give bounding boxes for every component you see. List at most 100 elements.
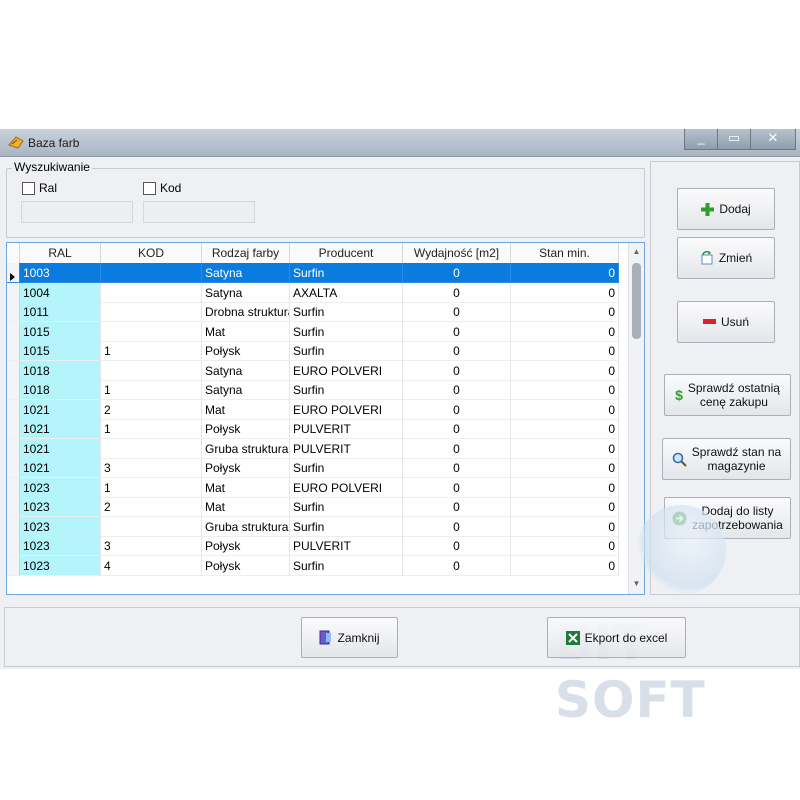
- table-row[interactable]: 1023 1 Mat EURO POLVERI 0 0: [7, 477, 619, 498]
- table-cell-col3[interactable]: Surfin: [290, 555, 403, 576]
- row-selector[interactable]: [7, 516, 20, 537]
- maximize-button[interactable]: ▭: [717, 129, 751, 150]
- delete-button[interactable]: Usuń: [677, 301, 775, 343]
- table-cell-col4[interactable]: 0: [403, 497, 511, 517]
- table-row[interactable]: 1018 1 Satyna Surfin 0 0: [7, 380, 619, 400]
- close-button[interactable]: Zamknij: [301, 617, 398, 658]
- table-cell-col2[interactable]: Połysk: [202, 419, 290, 439]
- table-cell-col0[interactable]: 1023: [20, 516, 101, 537]
- scroll-down-arrow-icon[interactable]: ▼: [629, 579, 644, 588]
- column-header-0[interactable]: RAL: [20, 243, 101, 263]
- table-cell-col1[interactable]: 4: [101, 555, 202, 576]
- table-cell-col1[interactable]: 1: [101, 380, 202, 400]
- row-selector[interactable]: [7, 536, 20, 556]
- table-cell-col0[interactable]: 1023: [20, 536, 101, 556]
- table-cell-col3[interactable]: AXALTA: [290, 282, 403, 303]
- table-cell-col3[interactable]: Surfin: [290, 341, 403, 361]
- table-cell-col5[interactable]: 0: [511, 477, 619, 498]
- table-cell-col2[interactable]: Gruba struktura: [202, 438, 290, 459]
- table-cell-col2[interactable]: Połysk: [202, 341, 290, 361]
- table-cell-col4[interactable]: 0: [403, 438, 511, 459]
- column-header-1[interactable]: KOD: [101, 243, 202, 263]
- table-cell-col3[interactable]: Surfin: [290, 321, 403, 342]
- column-header-3[interactable]: Producent: [290, 243, 403, 263]
- table-cell-col1[interactable]: 1: [101, 419, 202, 439]
- table-cell-col2[interactable]: Gruba struktura: [202, 516, 290, 537]
- table-cell-col2[interactable]: Mat: [202, 477, 290, 498]
- table-cell-col2[interactable]: Mat: [202, 497, 290, 517]
- table-cell-col3[interactable]: Surfin: [290, 380, 403, 400]
- table-cell-col2[interactable]: Drobna struktura: [202, 302, 290, 322]
- table-cell-col4[interactable]: 0: [403, 302, 511, 322]
- table-row[interactable]: 1023 4 Połysk Surfin 0 0: [7, 555, 619, 576]
- table-cell-col5[interactable]: 0: [511, 263, 619, 283]
- column-header-4[interactable]: Wydajność [m2]: [403, 243, 511, 263]
- column-header-5[interactable]: Stan min.: [511, 243, 619, 263]
- table-cell-col4[interactable]: 0: [403, 477, 511, 498]
- table-cell-col0[interactable]: 1023: [20, 477, 101, 498]
- table-cell-col3[interactable]: EURO POLVERI: [290, 399, 403, 420]
- table-cell-col5[interactable]: 0: [511, 555, 619, 576]
- table-cell-col5[interactable]: 0: [511, 399, 619, 420]
- export-excel-button[interactable]: Ekport do excel: [547, 617, 686, 658]
- table-row[interactable]: 1015 Mat Surfin 0 0: [7, 321, 619, 342]
- table-cell-col2[interactable]: Mat: [202, 321, 290, 342]
- scroll-thumb[interactable]: [632, 263, 641, 339]
- table-cell-col1[interactable]: [101, 321, 202, 342]
- table-cell-col2[interactable]: Połysk: [202, 458, 290, 478]
- table-row[interactable]: 1023 Gruba struktura Surfin 0 0: [7, 516, 619, 537]
- table-cell-col2[interactable]: Satyna: [202, 360, 290, 381]
- table-cell-col2[interactable]: Połysk: [202, 536, 290, 556]
- table-cell-col0[interactable]: 1023: [20, 555, 101, 576]
- table-cell-col3[interactable]: Surfin: [290, 516, 403, 537]
- table-cell-col3[interactable]: PULVERIT: [290, 536, 403, 556]
- row-selector[interactable]: [7, 263, 20, 283]
- table-cell-col1[interactable]: [101, 263, 202, 283]
- edit-button[interactable]: Zmień: [677, 237, 775, 279]
- check-stock-button[interactable]: Sprawdź stan na magazynie: [662, 438, 791, 480]
- row-selector[interactable]: [7, 438, 20, 459]
- row-selector[interactable]: [7, 399, 20, 420]
- minimize-button[interactable]: _: [684, 129, 718, 150]
- table-cell-col4[interactable]: 0: [403, 360, 511, 381]
- table-cell-col5[interactable]: 0: [511, 341, 619, 361]
- table-cell-col2[interactable]: Satyna: [202, 380, 290, 400]
- table-cell-col4[interactable]: 0: [403, 458, 511, 478]
- ral-search-input[interactable]: [21, 201, 133, 223]
- table-cell-col4[interactable]: 0: [403, 282, 511, 303]
- paints-grid[interactable]: RAL KOD Rodzaj farby Producent Wydajność [m2…: [6, 242, 645, 595]
- column-header-2[interactable]: Rodzaj farby: [202, 243, 290, 263]
- table-cell-col5[interactable]: 0: [511, 302, 619, 322]
- table-cell-col0[interactable]: 1015: [20, 321, 101, 342]
- table-cell-col5[interactable]: 0: [511, 282, 619, 303]
- row-selector[interactable]: [7, 302, 20, 322]
- table-row[interactable]: 1021 1 Połysk PULVERIT 0 0: [7, 419, 619, 439]
- table-cell-col3[interactable]: Surfin: [290, 263, 403, 283]
- table-cell-col0[interactable]: 1021: [20, 438, 101, 459]
- table-cell-col0[interactable]: 1021: [20, 419, 101, 439]
- table-cell-col3[interactable]: Surfin: [290, 302, 403, 322]
- table-cell-col2[interactable]: Satyna: [202, 263, 290, 283]
- table-cell-col1[interactable]: 2: [101, 399, 202, 420]
- table-cell-col0[interactable]: 1015: [20, 341, 101, 361]
- table-cell-col4[interactable]: 0: [403, 399, 511, 420]
- add-button[interactable]: Dodaj: [677, 188, 775, 230]
- table-row[interactable]: 1015 1 Połysk Surfin 0 0: [7, 341, 619, 361]
- table-cell-col2[interactable]: Połysk: [202, 555, 290, 576]
- table-cell-col4[interactable]: 0: [403, 341, 511, 361]
- table-cell-col4[interactable]: 0: [403, 536, 511, 556]
- table-cell-col0[interactable]: 1004: [20, 282, 101, 303]
- table-cell-col0[interactable]: 1018: [20, 360, 101, 381]
- table-cell-col4[interactable]: 0: [403, 263, 511, 283]
- table-cell-col3[interactable]: EURO POLVERI: [290, 477, 403, 498]
- row-selector[interactable]: [7, 321, 20, 342]
- table-row[interactable]: 1023 3 Połysk PULVERIT 0 0: [7, 536, 619, 556]
- table-cell-col3[interactable]: EURO POLVERI: [290, 360, 403, 381]
- table-row[interactable]: 1018 Satyna EURO POLVERI 0 0: [7, 360, 619, 381]
- table-cell-col5[interactable]: 0: [511, 419, 619, 439]
- table-row[interactable]: 1004 Satyna AXALTA 0 0: [7, 282, 619, 303]
- table-row[interactable]: 1021 3 Połysk Surfin 0 0: [7, 458, 619, 478]
- table-cell-col0[interactable]: 1018: [20, 380, 101, 400]
- table-cell-col3[interactable]: PULVERIT: [290, 438, 403, 459]
- row-selector[interactable]: [7, 555, 20, 576]
